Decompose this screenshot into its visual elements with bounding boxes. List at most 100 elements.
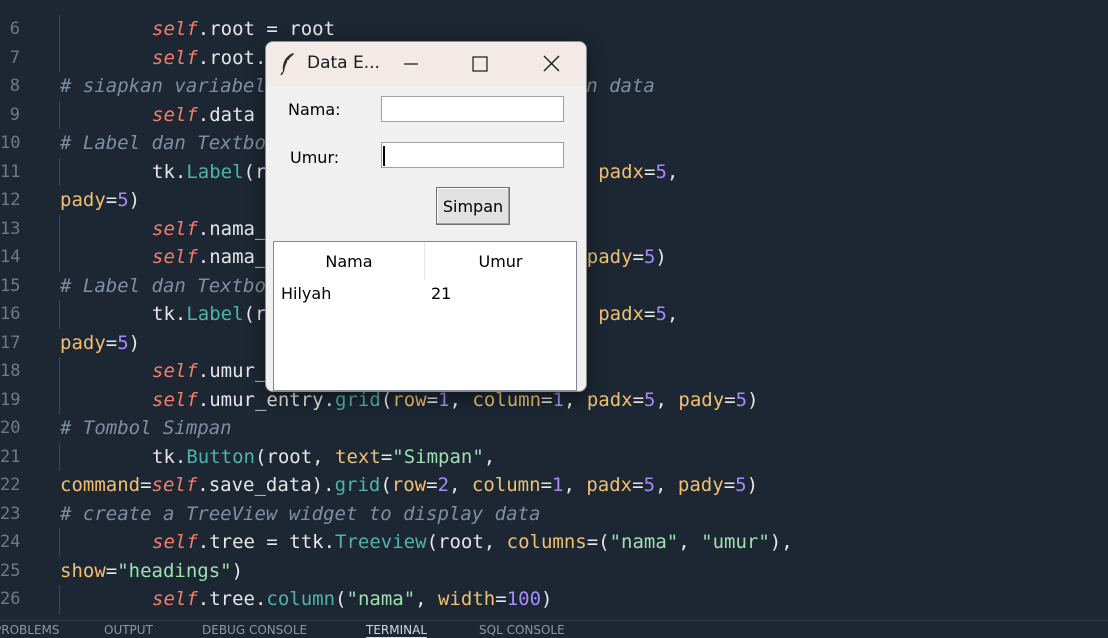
code-line[interactable]: 24 self.tree = ttk.Treeview(root, columns… bbox=[0, 528, 1108, 557]
minimize-icon bbox=[404, 63, 418, 65]
code-token: =( bbox=[586, 531, 610, 553]
code-token: "umur" bbox=[701, 531, 770, 553]
code-token: , bbox=[563, 474, 587, 496]
close-button[interactable] bbox=[528, 42, 574, 86]
tab-terminal[interactable]: TERMINAL bbox=[366, 623, 428, 638]
code-token: column bbox=[266, 588, 336, 610]
tab-sql-console[interactable]: SQL CONSOLE bbox=[479, 623, 565, 637]
code-text: pady=5) bbox=[60, 329, 140, 358]
indent-guide bbox=[59, 15, 60, 44]
code-text: self.tree.column("nama", width=100) bbox=[152, 585, 552, 614]
code-token: ) bbox=[655, 246, 667, 268]
code-token: ) bbox=[747, 388, 759, 411]
code-token: column bbox=[471, 474, 541, 496]
code-token: self bbox=[152, 217, 198, 240]
code-text: # Tombol Simpan bbox=[60, 414, 232, 443]
line-number: 11 bbox=[0, 161, 21, 182]
column-header-umur[interactable]: Umur bbox=[425, 242, 576, 280]
code-line[interactable]: 23 # create a TreeView widget to display … bbox=[0, 500, 1108, 529]
code-token: # Label dan Textbo bbox=[60, 274, 266, 297]
line-number: 22 bbox=[0, 475, 21, 495]
code-token: .nama_ bbox=[197, 246, 267, 268]
code-line[interactable]: 26 self.tree.column("nama", width=100) bbox=[0, 585, 1108, 614]
code-token: self bbox=[152, 46, 198, 69]
line-number: 20 bbox=[0, 418, 21, 438]
code-token: , bbox=[666, 160, 679, 183]
line-number: 19 bbox=[0, 389, 21, 410]
tab-output[interactable]: OUTPUT bbox=[104, 623, 153, 637]
code-token: 5 bbox=[643, 246, 656, 268]
code-token: grid bbox=[334, 474, 381, 496]
indent-guide bbox=[59, 157, 60, 186]
code-token: "headings" bbox=[117, 559, 232, 582]
code-token: ) bbox=[231, 559, 244, 582]
code-line[interactable]: 22 command=self.save_data).grid(row=2, co… bbox=[0, 471, 1108, 500]
code-text: # Label dan Textbo bbox=[60, 129, 266, 158]
code-token: .data bbox=[197, 103, 255, 126]
indent-guide bbox=[59, 100, 60, 129]
code-token: width bbox=[438, 588, 496, 610]
code-token: , bbox=[666, 303, 679, 325]
line-number: 21 bbox=[0, 446, 21, 467]
code-line[interactable]: 6 self.root = root bbox=[0, 15, 1108, 44]
code-token: , bbox=[449, 474, 472, 496]
tk-window: Data E... Nama: Umur: Simpan Nama Umur H… bbox=[265, 41, 587, 392]
code-token: self bbox=[152, 388, 198, 411]
indent-guide bbox=[59, 585, 60, 614]
code-token: self bbox=[152, 103, 198, 126]
tab-debug-console[interactable]: DEBUG CONSOLE bbox=[202, 623, 307, 637]
feather-icon bbox=[280, 53, 294, 76]
indent-guide bbox=[59, 385, 60, 414]
code-token: , bbox=[655, 474, 678, 496]
code-token: "nama" bbox=[609, 531, 679, 553]
code-line[interactable]: 20 # Tombol Simpan bbox=[0, 414, 1108, 443]
code-text: self.data bbox=[152, 101, 255, 130]
code-token: show bbox=[60, 559, 106, 582]
code-token: .tree. bbox=[197, 588, 267, 610]
code-text: self.root = root bbox=[152, 15, 335, 44]
code-token: 5 bbox=[655, 160, 667, 183]
code-token: 5 bbox=[117, 189, 129, 211]
tab-problems[interactable]: PROBLEMS bbox=[0, 623, 60, 637]
code-token: padx bbox=[586, 474, 633, 496]
code-text: show="headings") bbox=[60, 557, 243, 586]
umur-entry[interactable] bbox=[381, 142, 564, 168]
code-token: 5 bbox=[735, 474, 747, 496]
code-line[interactable]: 21 tk.Button(root, text="Simpan", bbox=[0, 442, 1108, 471]
code-token: (r bbox=[243, 160, 267, 183]
code-text: self.umur_ bbox=[152, 357, 266, 386]
window-titlebar[interactable]: Data E... bbox=[266, 42, 586, 86]
code-token: padx bbox=[598, 303, 644, 325]
indent-guide bbox=[59, 528, 60, 557]
code-token: .save_data). bbox=[197, 474, 335, 496]
minimize-button[interactable] bbox=[388, 42, 434, 86]
treeview[interactable]: Nama Umur Hilyah 21 bbox=[273, 241, 577, 391]
code-token: .root. bbox=[197, 46, 267, 69]
code-line[interactable]: 25 show="headings") bbox=[0, 557, 1108, 586]
line-number: 6 bbox=[9, 19, 20, 39]
line-number: 23 bbox=[0, 503, 21, 524]
code-token: = bbox=[644, 303, 656, 325]
line-number: 15 bbox=[0, 275, 21, 296]
code-token: self bbox=[152, 246, 198, 268]
code-token: columns bbox=[506, 531, 587, 553]
nama-entry[interactable] bbox=[381, 96, 564, 122]
code-token: = bbox=[426, 474, 438, 496]
code-token: .root = root bbox=[197, 18, 336, 40]
code-token: = bbox=[632, 388, 645, 411]
code-token: pady bbox=[60, 189, 106, 211]
code-text: pady=5) bbox=[60, 186, 140, 215]
code-text: self.root. bbox=[152, 44, 266, 73]
code-token: ) bbox=[541, 588, 553, 610]
code-token: row bbox=[391, 474, 427, 496]
simpan-button[interactable]: Simpan bbox=[436, 187, 510, 225]
code-token: 100 bbox=[506, 588, 542, 610]
code-token: ( bbox=[335, 588, 347, 610]
code-token: self bbox=[152, 18, 198, 40]
code-token: .umur_ bbox=[197, 360, 267, 382]
code-token: 5 bbox=[644, 388, 656, 411]
indent-guide bbox=[59, 300, 60, 329]
line-number: 9 bbox=[9, 104, 20, 125]
column-header-nama[interactable]: Nama bbox=[274, 242, 425, 280]
maximize-button[interactable] bbox=[457, 42, 503, 86]
